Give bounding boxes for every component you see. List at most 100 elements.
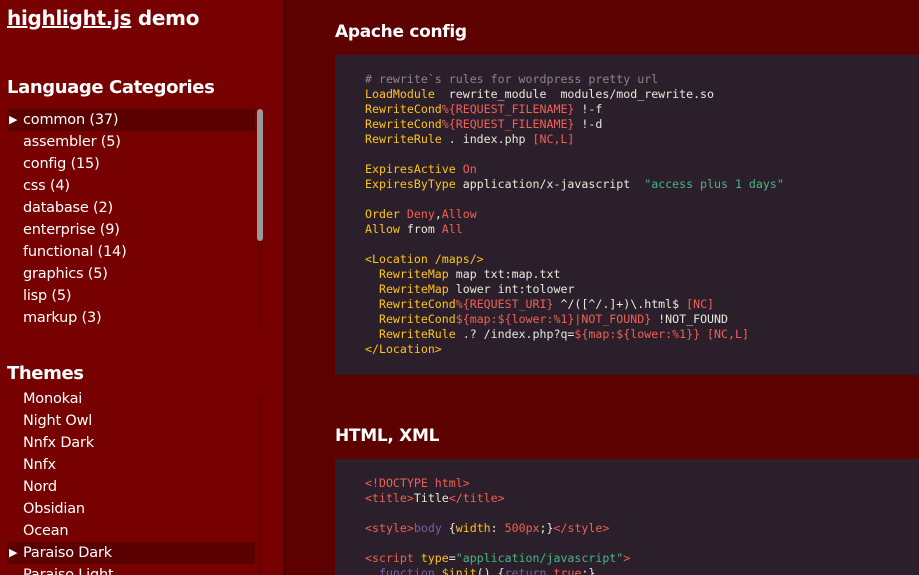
code-token: true (553, 566, 582, 575)
apache-code-block: # rewrite`s rules for wordpress pretty u… (335, 55, 919, 375)
code-token: RewriteRule (365, 132, 442, 146)
code-token: rewrite_module modules/mod_rewrite.so (434, 87, 715, 101)
code-line: LoadModule rewrite_module modules/mod_re… (365, 87, 919, 102)
code-token: Deny (399, 207, 435, 221)
code-token: </style> (553, 521, 610, 535)
theme-item-label: Nnfx Dark (23, 435, 94, 451)
code-token: application/x-javascript (455, 177, 645, 191)
code-token: [NC] (686, 297, 715, 311)
theme-item[interactable]: Monokai (7, 388, 255, 410)
category-item-label: functional (14) (23, 244, 127, 260)
code-token: { (441, 521, 456, 535)
code-token: RewriteMap (378, 282, 449, 296)
category-item-label: graphics (5) (23, 266, 108, 282)
category-item[interactable]: config (15) (7, 153, 255, 175)
theme-item[interactable]: Obsidian (7, 498, 255, 520)
theme-item-label: Obsidian (23, 501, 85, 517)
category-item-label: css (4) (23, 178, 70, 194)
code-token: %{REQUEST_FILENAME} (441, 117, 575, 131)
code-token: All (441, 222, 463, 236)
code-token: Allow (441, 207, 477, 221)
theme-item[interactable]: Paraiso Light (7, 564, 255, 575)
theme-item-label: Paraiso Dark (23, 545, 112, 561)
category-item[interactable]: database (2) (7, 197, 255, 219)
category-item[interactable]: graphics (5) (7, 263, 255, 285)
title-suffix: demo (131, 6, 200, 30)
category-item-label: assembler (5) (23, 134, 121, 150)
category-item[interactable]: css (4) (7, 175, 255, 197)
code-line: RewriteCond%{REQUEST_FILENAME} !-d (365, 117, 919, 132)
theme-item[interactable]: Ocean (7, 520, 255, 542)
code-token: , (434, 207, 442, 221)
code-token: body (413, 521, 442, 535)
theme-item[interactable]: ▶ Paraiso Dark (7, 542, 255, 564)
theme-item[interactable]: Nnfx Dark (7, 432, 255, 454)
code-token: RewriteRule (378, 327, 456, 341)
code-line: Order Deny,Allow (365, 207, 919, 222)
category-item-label: lisp (5) (23, 288, 72, 304)
code-token: ${map:${lower:%1}} (574, 327, 701, 341)
language-categories-heading: Language Categories (7, 77, 215, 98)
code-token: "access plus 1 days" (644, 177, 784, 191)
code-token: type (420, 551, 449, 565)
code-token: <script (365, 551, 421, 565)
theme-list: Monokai Night Owl Nnfx Dark Nnfx Nord Obsidia… (7, 388, 255, 575)
theme-item-label: Night Owl (23, 413, 93, 429)
category-item[interactable]: assembler (5) (7, 131, 255, 153)
theme-item[interactable]: Nnfx (7, 454, 255, 476)
category-item[interactable]: functional (14) (7, 241, 255, 263)
category-item[interactable]: enterprise (9) (7, 219, 255, 241)
code-token: width (455, 521, 491, 535)
code-token: ExpiresActive (365, 162, 456, 176)
code-token: [NC,L] (532, 132, 575, 146)
theme-item[interactable]: Night Owl (7, 410, 255, 432)
category-item[interactable]: markup (3) (7, 307, 255, 329)
code-token: </title> (448, 491, 505, 505)
code-token: %{REQUEST_URI} (455, 297, 554, 311)
home-link[interactable]: highlight.js (7, 6, 132, 30)
categories-scrollbar[interactable] (257, 109, 263, 241)
category-item-label: enterprise (9) (23, 222, 120, 238)
code-token: ExpiresByType (365, 177, 456, 191)
code-line: ExpiresActive On (365, 162, 919, 177)
code-token: Title (413, 491, 449, 505)
code-token: = (448, 551, 456, 565)
code-line: </Location> (365, 342, 919, 357)
code-token: !-d (574, 117, 603, 131)
code-token: Order (365, 207, 400, 221)
html-xml-heading: HTML, XML (335, 426, 440, 446)
code-token: !-f (574, 102, 603, 116)
code-token: return (504, 566, 547, 575)
triangle-right-icon: ▶ (9, 113, 18, 126)
code-token: . index.php (441, 132, 533, 146)
category-item[interactable]: lisp (5) (7, 285, 255, 307)
theme-item[interactable]: Nord (7, 476, 255, 498)
triangle-right-icon: ▶ (9, 546, 18, 559)
code-line: RewriteRule .? /index.php?q=${map:${lowe… (365, 327, 919, 342)
theme-item-label: Ocean (23, 523, 69, 539)
code-token: .? /index.php?q= (455, 327, 575, 341)
code-token: <Location /maps/> (365, 252, 484, 266)
code-token: ^/([^/.]+)\.html$ (553, 297, 687, 311)
code-line: RewriteCond%{REQUEST_URI} ^/([^/.]+)\.ht… (365, 297, 919, 312)
themes-scroll-track[interactable] (257, 394, 263, 575)
sidebar: highlight.js demo Language Categories ▶ c… (0, 0, 286, 575)
category-item-label: config (15) (23, 156, 100, 172)
category-item[interactable]: ▶ common (37) (7, 109, 255, 131)
code-token: LoadModule (365, 87, 435, 101)
theme-item-label: Nnfx (23, 457, 56, 473)
code-line: <title>Title</title> (365, 491, 919, 506)
code-token: : (490, 521, 505, 535)
code-line: # rewrite`s rules for wordpress pretty u… (365, 72, 919, 87)
